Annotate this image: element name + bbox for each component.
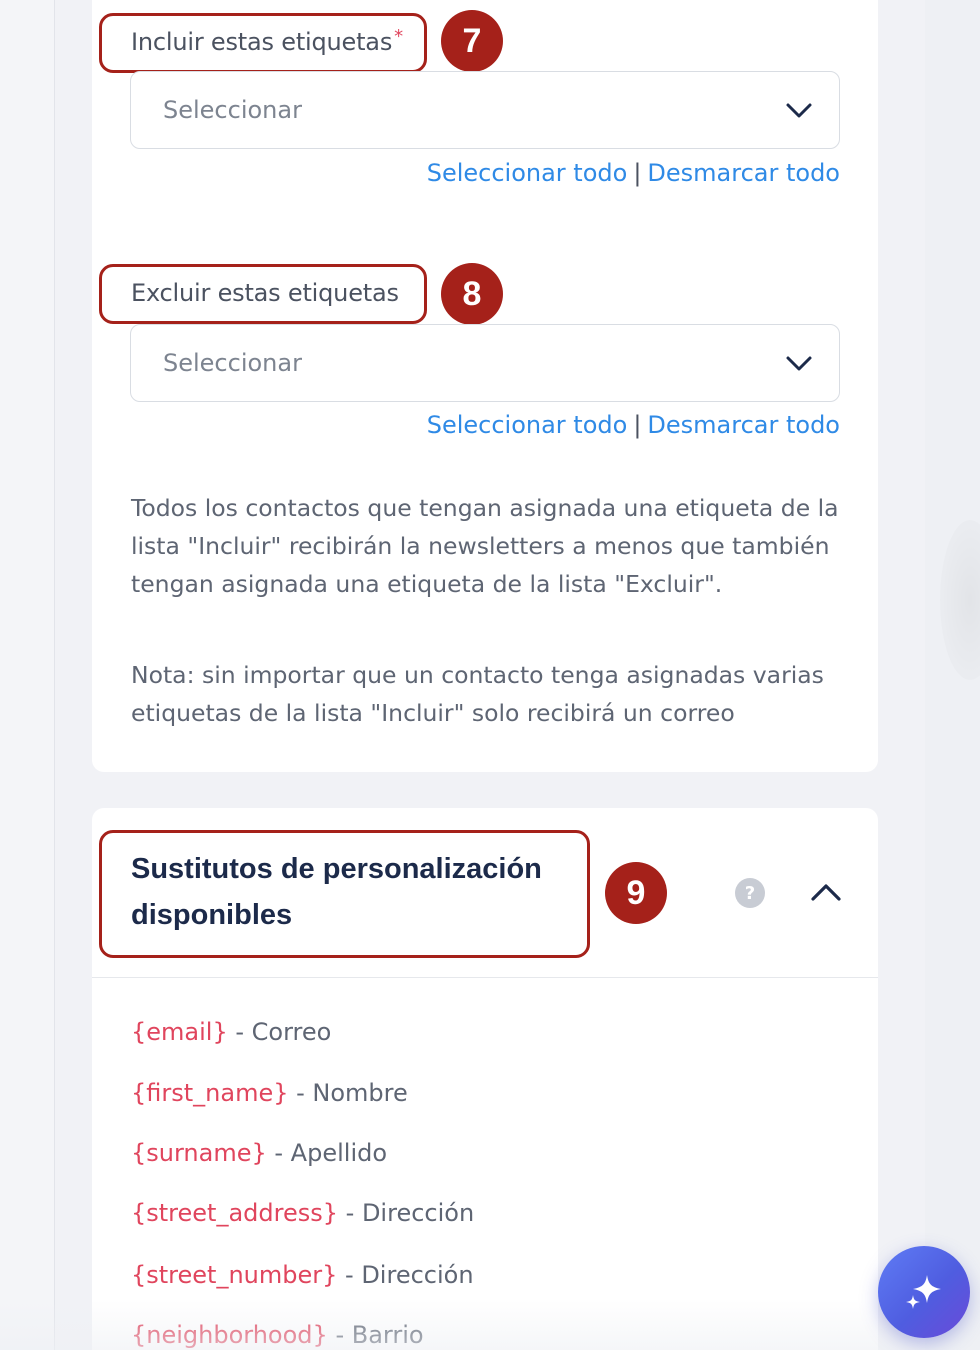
- required-asterisk: *: [394, 26, 403, 47]
- include-tags-placeholder: Seleccionar: [163, 96, 302, 124]
- section-title: Sustitutos de personalización disponible…: [131, 853, 542, 931]
- link-separator: |: [633, 159, 642, 187]
- include-select-all-link[interactable]: Seleccionar todo: [427, 159, 628, 187]
- exclude-tags-select[interactable]: Seleccionar: [130, 324, 840, 402]
- placeholder-token: {first_name}: [131, 1079, 289, 1107]
- list-item: {street_address} - Dirección: [131, 1199, 474, 1227]
- exclude-tags-label: Excluir estas etiquetas: [131, 279, 399, 307]
- placeholder-description: - Barrio: [327, 1321, 424, 1349]
- placeholder-description: - Apellido: [266, 1139, 388, 1167]
- placeholder-token: {street_address}: [131, 1199, 339, 1227]
- placeholder-description: - Correo: [227, 1018, 332, 1046]
- question-icon[interactable]: ?: [735, 878, 765, 908]
- include-tags-label: Incluir estas etiquetas *: [131, 26, 403, 56]
- placeholder-token: {email}: [131, 1018, 228, 1046]
- placeholder-description: - Dirección: [337, 1261, 474, 1289]
- placeholder-description: - Nombre: [288, 1079, 408, 1107]
- step-badge-7: 7: [441, 10, 503, 72]
- exclude-tags-placeholder: Seleccionar: [163, 349, 302, 377]
- sparkles-icon: [906, 1275, 941, 1309]
- placeholder-token: {neighborhood}: [131, 1321, 328, 1349]
- step-badge-8: 8: [441, 263, 503, 325]
- include-tags-select[interactable]: Seleccionar: [130, 71, 840, 149]
- list-item: {surname} - Apellido: [131, 1139, 387, 1167]
- placeholder-description: - Dirección: [338, 1199, 475, 1227]
- list-item: {street_number} - Dirección: [131, 1261, 474, 1289]
- step-badge-9: 9: [605, 862, 667, 924]
- include-tags-label-text: Incluir estas etiquetas: [131, 28, 393, 56]
- list-item: {email} - Correo: [131, 1018, 331, 1046]
- tag-rules-note: Nota: sin importar que un contacto tenga…: [131, 661, 824, 727]
- tag-rules-description: Todos los contactos que tengan asignada …: [131, 494, 839, 598]
- link-separator: |: [633, 411, 642, 439]
- list-item: {first_name} - Nombre: [131, 1079, 408, 1107]
- chevron-down-icon: [786, 356, 812, 371]
- chevron-down-icon: [786, 103, 812, 118]
- exclude-tags-actions: Seleccionar todo | Desmarcar todo: [427, 411, 840, 439]
- include-deselect-all-link[interactable]: Desmarcar todo: [647, 159, 840, 187]
- placeholder-token: {surname}: [131, 1139, 267, 1167]
- exclude-deselect-all-link[interactable]: Desmarcar todo: [647, 411, 840, 439]
- list-item: {neighborhood} - Barrio: [131, 1321, 424, 1349]
- ai-assistant-button[interactable]: [878, 1246, 970, 1338]
- left-gutter: [0, 0, 55, 1350]
- include-tags-actions: Seleccionar todo | Desmarcar todo: [427, 159, 840, 187]
- placeholder-token: {street_number}: [131, 1261, 338, 1289]
- exclude-select-all-link[interactable]: Seleccionar todo: [427, 411, 628, 439]
- chevron-up-icon[interactable]: [810, 880, 842, 904]
- section-divider: [92, 977, 878, 978]
